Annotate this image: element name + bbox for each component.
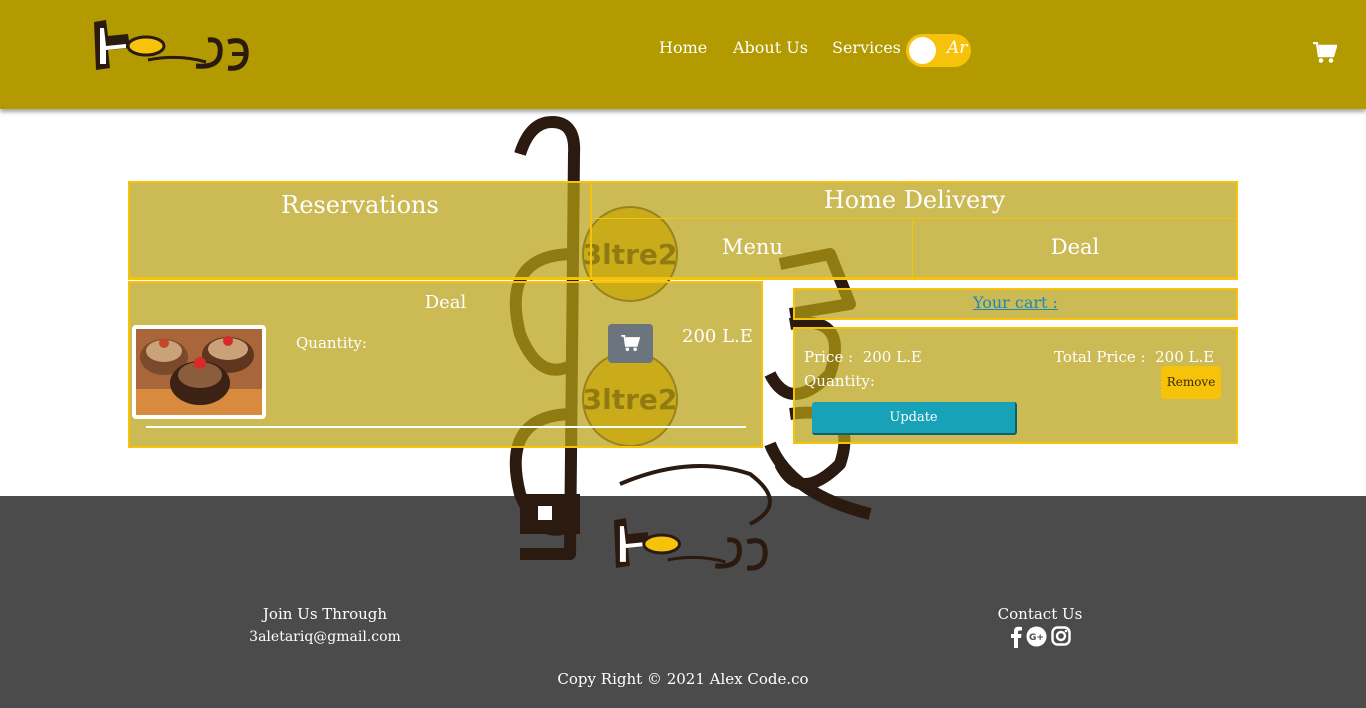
update-button[interactable]: Update xyxy=(812,402,1017,435)
tab-home-delivery[interactable]: Home Delivery xyxy=(593,183,1236,219)
service-tabs: Reservations Home Delivery Menu Deal xyxy=(128,181,1238,280)
deal-quantity-label: Quantity: xyxy=(296,334,367,352)
total-price-value: 200 L.E xyxy=(1155,348,1215,366)
facebook-icon[interactable] xyxy=(1010,626,1022,652)
copyright: Copy Right © 2021 Alex Code.co xyxy=(557,670,809,688)
tab-deal[interactable]: Deal xyxy=(914,220,1236,278)
remove-button[interactable]: Remove xyxy=(1161,366,1221,399)
cart-header: Your cart : xyxy=(793,288,1238,320)
deal-price: 200 L.E xyxy=(682,326,753,347)
shopping-cart-icon xyxy=(621,335,640,352)
deal-panel: Deal Quantity: 200 L.E xyxy=(128,281,763,448)
tab-menu[interactable]: Menu xyxy=(593,220,913,278)
join-us-title: Join Us Through xyxy=(262,605,388,623)
svg-text:G+: G+ xyxy=(1029,633,1044,643)
deal-title: Deal xyxy=(424,292,467,313)
contact-us-title: Contact Us xyxy=(997,605,1083,623)
nav-services[interactable]: Services xyxy=(832,38,901,57)
language-toggle-label: Ar xyxy=(947,38,968,58)
toggle-knob xyxy=(909,37,936,64)
nav-about-us[interactable]: About Us xyxy=(733,38,808,57)
add-to-cart-button[interactable] xyxy=(608,324,653,363)
cart-item: Price : 200 L.E Total Price : 200 L.E Qu… xyxy=(793,327,1238,444)
site-header: Home About Us Services Ar xyxy=(0,0,1366,109)
shopping-cart-icon[interactable] xyxy=(1313,42,1337,64)
price-value: 200 L.E xyxy=(862,348,922,366)
language-toggle[interactable]: Ar xyxy=(906,34,971,67)
total-price-label: Total Price : xyxy=(1054,348,1146,366)
social-links: G+ xyxy=(1010,626,1072,648)
deal-divider xyxy=(146,426,746,428)
tab-reservations-label: Reservations xyxy=(281,191,439,219)
price-label: Price : xyxy=(804,348,854,366)
google-plus-icon[interactable]: G+ xyxy=(1026,626,1047,651)
instagram-icon[interactable] xyxy=(1051,626,1071,650)
contact-email[interactable]: 3aletariq@gmail.com xyxy=(230,629,420,645)
cart-item-total: Total Price : 200 L.E xyxy=(1054,348,1214,366)
nav-home[interactable]: Home xyxy=(659,38,707,57)
your-cart-link[interactable]: Your cart : xyxy=(973,293,1058,312)
cart-item-quantity-label: Quantity: xyxy=(804,372,875,390)
deal-product-image xyxy=(132,325,266,419)
tabs-divider xyxy=(128,277,1238,280)
cart-item-price: Price : 200 L.E xyxy=(804,348,922,366)
site-logo[interactable] xyxy=(88,18,254,76)
tab-reservations[interactable]: Reservations xyxy=(130,183,592,278)
footer-logo xyxy=(613,518,768,571)
